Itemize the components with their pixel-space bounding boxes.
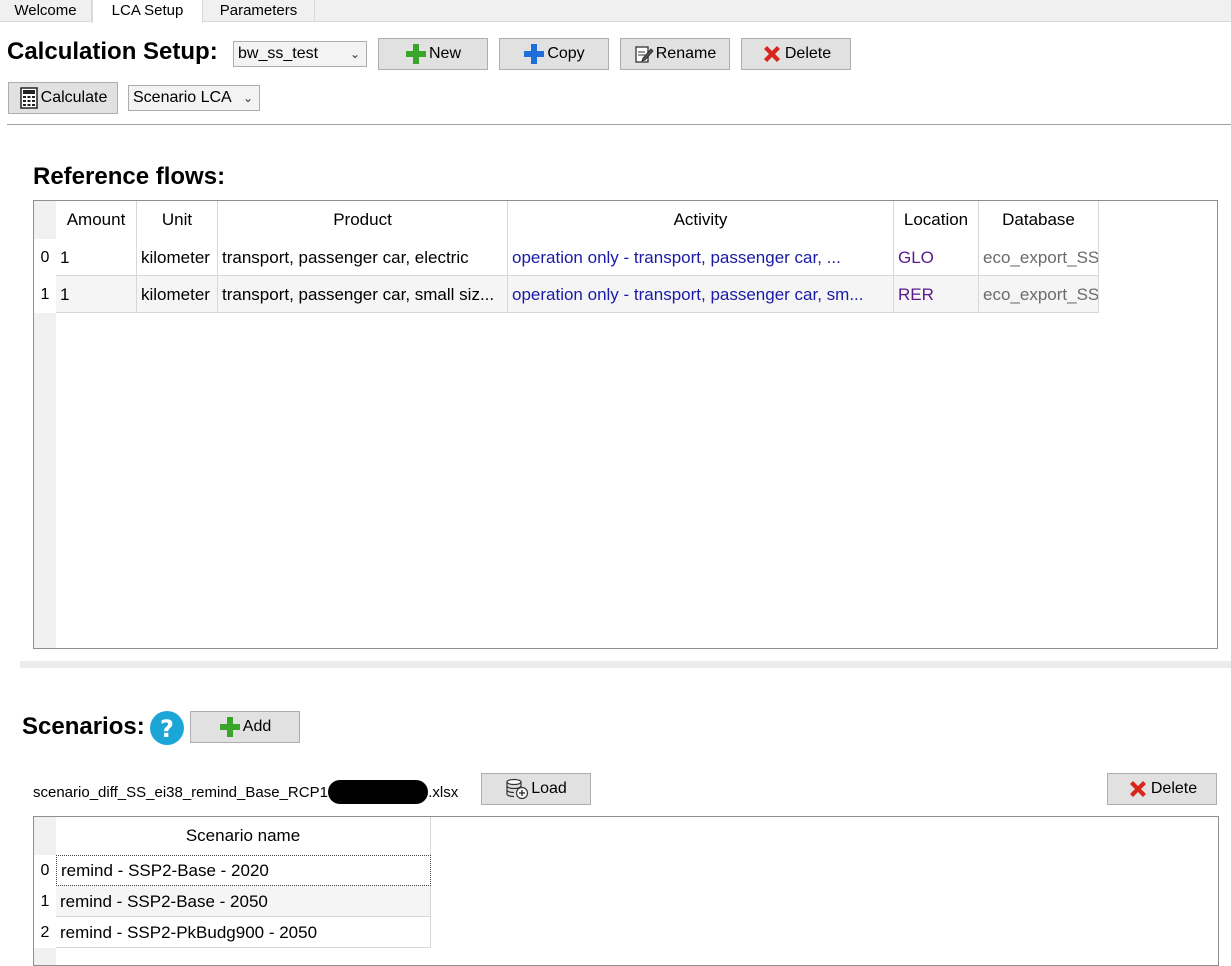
calculator-icon (19, 87, 39, 109)
new-label: New (428, 45, 461, 62)
delete-x-icon (1127, 778, 1149, 800)
row-index: 1 (34, 886, 56, 917)
calc-setup-selected: bw_ss_test (238, 45, 319, 62)
scenarios-title: Scenarios: (22, 713, 145, 740)
tab-welcome[interactable]: Welcome (0, 0, 92, 22)
row-index: 0 (34, 855, 56, 886)
database-add-icon (505, 778, 529, 800)
scenario-file-name: scenario_diff_SS_ei38_remind_Base_RCP19.… (33, 780, 458, 804)
copy-button[interactable]: Copy (499, 38, 609, 70)
row-index: 2 (34, 917, 56, 948)
column-header-product[interactable]: Product (218, 201, 508, 239)
table-cell-activity[interactable]: operation only - transport, passenger ca… (508, 276, 894, 313)
scenario-file-name-suffix: .xlsx (428, 784, 459, 801)
reference-flows-table[interactable]: ⌄ Amount Unit Product Activity Location … (33, 200, 1218, 649)
delete-scenario-button[interactable]: Delete (1107, 773, 1217, 805)
calculate-button[interactable]: Calculate (8, 82, 118, 114)
table-cell-scenario-name[interactable]: remind - SSP2-Base - 2020 (56, 855, 431, 886)
scenario-file-name-prefix: scenario_diff_SS_ei38_remind_Base_RCP19 (33, 784, 337, 801)
copy-label: Copy (547, 45, 585, 62)
table-cell-location[interactable]: GLO (894, 239, 979, 276)
table-cell-scenario-name[interactable]: remind - SSP2-PkBudg900 - 2050 (56, 917, 431, 948)
table-cell-database[interactable]: eco_export_SS (979, 276, 1099, 313)
lca-type-selected: Scenario LCA (133, 89, 232, 106)
reference-flows-title: Reference flows: (33, 163, 226, 190)
delete-label: Delete (784, 45, 832, 62)
tab-parameters[interactable]: Parameters (203, 0, 315, 22)
column-header-scenario-name[interactable]: ⌄ Scenario name (56, 817, 431, 855)
calculation-setup-title: Calculation Setup: (7, 38, 218, 65)
table-cell-product[interactable]: transport, passenger car, small siz... (218, 276, 508, 313)
chevron-down-icon: ⌄ (349, 47, 360, 61)
calculate-label: Calculate (40, 89, 108, 106)
delete-setup-button[interactable]: Delete (741, 38, 851, 70)
delete-label: Delete (1150, 780, 1198, 797)
column-header-activity[interactable]: Activity (508, 201, 894, 239)
new-button[interactable]: New (378, 38, 488, 70)
table-cell-location[interactable]: RER (894, 276, 979, 313)
column-header-amount[interactable]: ⌄ Amount (56, 201, 137, 239)
load-label: Load (531, 780, 567, 797)
help-icon[interactable]: ? (149, 710, 185, 746)
svg-text:?: ? (160, 715, 174, 743)
splitter-handle[interactable] (20, 661, 1231, 668)
column-header-location[interactable]: Location (894, 201, 979, 239)
tab-bar: Welcome LCA Setup Parameters (0, 0, 1231, 23)
plus-icon (405, 43, 427, 65)
divider (7, 124, 1231, 125)
rename-button[interactable]: Rename (620, 38, 730, 70)
row-index: 0 (34, 239, 56, 276)
table-cell-product[interactable]: transport, passenger car, electric (218, 239, 508, 276)
add-label: Add (242, 718, 272, 735)
column-header-unit[interactable]: Unit (137, 201, 218, 239)
sort-indicator-icon: ⌄ (56, 817, 430, 823)
plus-icon (219, 716, 241, 738)
plus-icon (523, 43, 545, 65)
delete-x-icon (761, 43, 783, 65)
scenarios-table[interactable]: ⌄ Scenario name 0 remind - SSP2-Base - 2… (33, 816, 1219, 966)
table-cell-unit[interactable]: kilometer (137, 239, 218, 276)
table-cell-activity[interactable]: operation only - transport, passenger ca… (508, 239, 894, 276)
column-header-database[interactable]: Database (979, 201, 1099, 239)
row-index: 1 (34, 276, 56, 313)
redaction-mark (328, 780, 429, 804)
lca-type-dropdown[interactable]: Scenario LCA ⌄ (128, 85, 260, 111)
add-scenario-button[interactable]: Add (190, 711, 300, 743)
load-scenario-button[interactable]: Load (481, 773, 591, 805)
table-cell-scenario-name[interactable]: remind - SSP2-Base - 2050 (56, 886, 431, 917)
sort-indicator-icon: ⌄ (56, 201, 136, 207)
table-cell-unit[interactable]: kilometer (137, 276, 218, 313)
table-cell-database[interactable]: eco_export_SS (979, 239, 1099, 276)
calc-setup-dropdown[interactable]: bw_ss_test ⌄ (233, 41, 367, 67)
edit-icon (634, 44, 654, 64)
table-cell-amount[interactable]: 1 (56, 239, 137, 276)
chevron-down-icon: ⌄ (242, 91, 253, 105)
table-cell-amount[interactable]: 1 (56, 276, 137, 313)
tab-lca-setup[interactable]: LCA Setup (92, 0, 203, 23)
rename-label: Rename (655, 45, 717, 62)
